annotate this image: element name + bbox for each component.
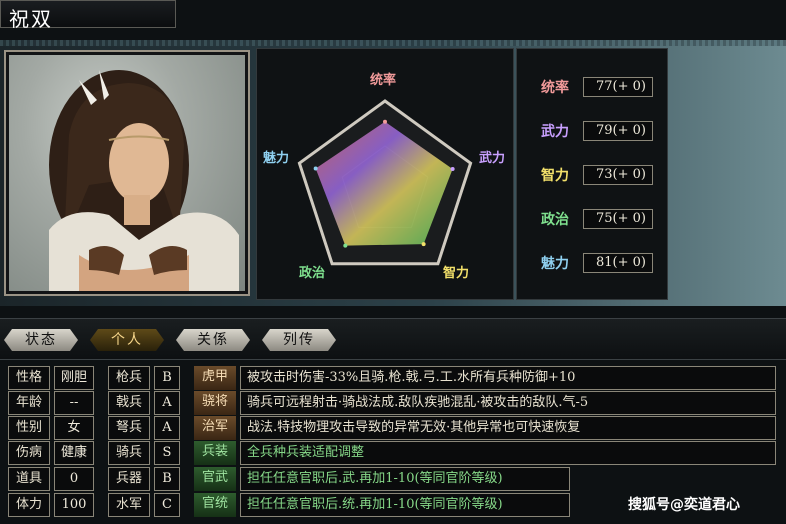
aptitude-label: 枪兵: [108, 366, 150, 390]
personal-label: 伤病: [8, 441, 50, 465]
tab-personal[interactable]: 个人: [90, 329, 164, 351]
stat-value: 81(+ 0): [583, 253, 653, 273]
personal-label: 年龄: [8, 391, 50, 415]
skill-description: 战法.特技物理攻击导致的异常无效·其他异常也可快速恢复: [240, 416, 776, 440]
stat-row-leadership: 统率 77(+ 0): [541, 76, 653, 98]
stat-value: 73(+ 0): [583, 165, 653, 185]
skill-description: 全兵种兵装适配调整: [240, 441, 776, 465]
personal-value: --: [54, 391, 94, 415]
personal-value: 健康: [54, 441, 94, 465]
radar-label-war: 武力: [479, 151, 506, 166]
radar-point: [343, 243, 348, 248]
radar-label-politics: 政治: [299, 266, 326, 281]
general-name: 祝双: [0, 0, 176, 31]
aptitude-grade: A: [154, 391, 180, 415]
radar-point: [450, 167, 455, 172]
aptitude-label: 水军: [108, 493, 150, 517]
aptitude-grade: A: [154, 416, 180, 440]
stat-value: 77(+ 0): [583, 77, 653, 97]
aptitude-label: 骑兵: [108, 441, 150, 465]
skill-description: 担任任意官职后.统.再加1-10(等同官阶等级): [240, 493, 570, 517]
tab-relations[interactable]: 关係: [176, 329, 250, 351]
stat-row-charisma: 魅力 81(+ 0): [541, 252, 653, 274]
attribute-radar-chart: 统率 武力 智力 政治 魅力: [256, 48, 514, 300]
stat-value: 79(+ 0): [583, 121, 653, 141]
stat-label: 政治: [541, 212, 569, 228]
stat-label: 智力: [541, 168, 569, 184]
skill-name[interactable]: 官统: [194, 493, 236, 517]
skill-name[interactable]: 骁将: [194, 391, 236, 415]
aptitude-label: 戟兵: [108, 391, 150, 415]
personal-value: 0: [54, 467, 94, 491]
aptitude-grade: S: [154, 441, 180, 465]
stat-value: 75(+ 0): [583, 209, 653, 229]
radar-label-leadership: 统率: [370, 73, 397, 88]
portrait-frame: [4, 50, 250, 296]
stats-panel: 统率 77(+ 0) 武力 79(+ 0) 智力 73(+ 0) 政治 75(+…: [516, 48, 668, 300]
tab-bar: 状态 个人 关係 列传: [0, 318, 786, 360]
watermark: 搜狐号@奕道君心: [628, 497, 740, 513]
personal-label: 性格: [8, 366, 50, 390]
skill-name[interactable]: 兵装: [194, 441, 236, 465]
stat-row-war: 武力 79(+ 0): [541, 120, 653, 142]
stat-row-intelligence: 智力 73(+ 0): [541, 164, 653, 186]
skill-description: 骑兵可远程射击·骑战法成.敌队疾驰混乱·被攻击的敌队.气-5: [240, 391, 776, 415]
aptitude-grade: B: [154, 366, 180, 390]
personal-label: 体力: [8, 493, 50, 517]
tab-biography[interactable]: 列传: [262, 329, 336, 351]
stat-label: 魅力: [541, 256, 569, 272]
personal-label: 道具: [8, 467, 50, 491]
stat-label: 统率: [541, 80, 569, 96]
aptitude-grade: C: [154, 493, 180, 517]
personal-label: 性别: [8, 416, 50, 440]
skill-name[interactable]: 官武: [194, 467, 236, 491]
skill-name[interactable]: 虎甲: [194, 366, 236, 390]
aptitude-label: 兵器: [108, 467, 150, 491]
portrait-image: [9, 55, 245, 291]
stat-label: 武力: [541, 124, 569, 140]
radar-point: [383, 119, 387, 124]
skill-name[interactable]: 治军: [194, 416, 236, 440]
aptitude-grade: B: [154, 467, 180, 491]
tab-status[interactable]: 状态: [4, 329, 78, 351]
radar-point: [421, 242, 426, 247]
personal-value: 刚胆: [54, 366, 94, 390]
character-portrait-icon: [49, 70, 239, 291]
radar-label-intelligence: 智力: [443, 266, 470, 281]
skill-description: 担任任意官职后.武.再加1-10(等同官阶等级): [240, 467, 570, 491]
skill-description: 被攻击时伤害-33%且骑.枪.戟.弓.工.水所有兵种防御+10: [240, 366, 776, 390]
radar-label-charisma: 魅力: [263, 151, 290, 166]
personal-value: 女: [54, 416, 94, 440]
radar-point: [313, 166, 318, 171]
stat-row-politics: 政治 75(+ 0): [541, 208, 653, 230]
aptitude-label: 弩兵: [108, 416, 150, 440]
personal-value: 100: [54, 493, 94, 517]
